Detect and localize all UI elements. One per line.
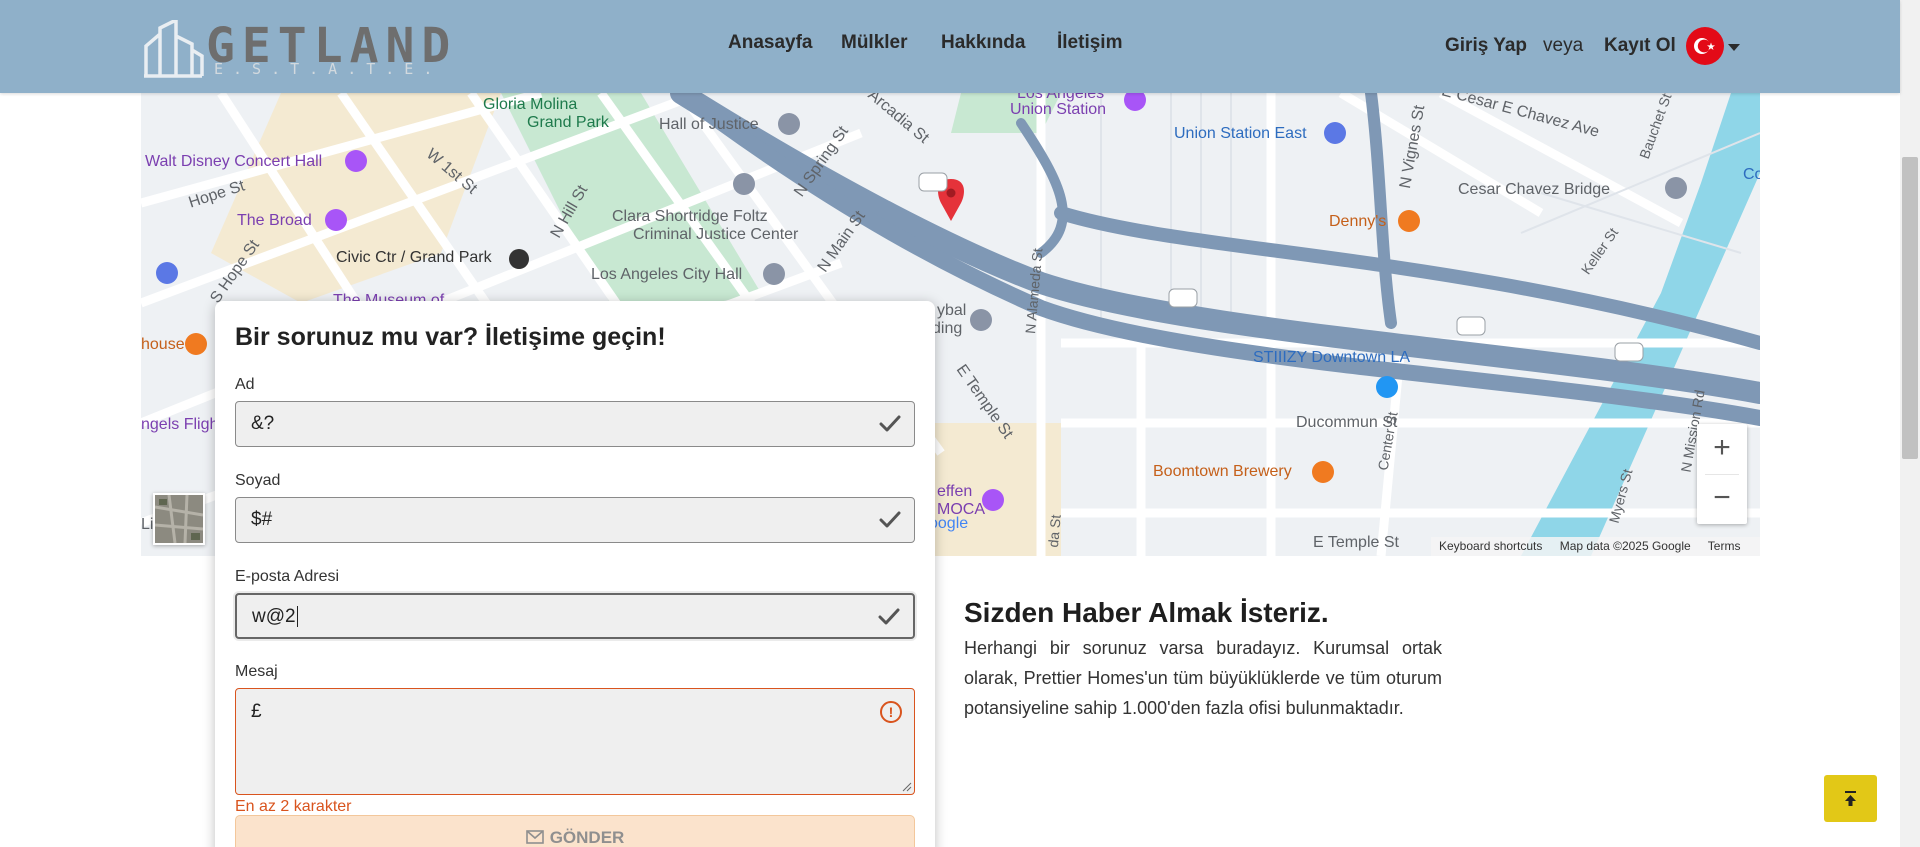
map-label: ybal <box>937 302 967 319</box>
map-label: Denny's <box>1329 213 1387 230</box>
map-label: Boomtown Brewery <box>1153 463 1292 480</box>
satellite-thumbnail-icon <box>155 495 203 543</box>
check-icon <box>879 511 901 528</box>
map-label: Los Angeles City Hall <box>591 266 743 283</box>
map-label: Union Station <box>1010 101 1107 118</box>
turkey-flag-icon[interactable] <box>1686 27 1724 65</box>
message-textarea[interactable]: £ ! <box>235 688 915 795</box>
map-label: Criminal Justice Center <box>633 226 799 243</box>
last-name-label: Soyad <box>235 472 281 489</box>
map-attribution: Keyboard shortcuts Map data ©2025 Google… <box>1431 537 1760 556</box>
map-label: The Broad <box>237 212 312 229</box>
info-title: Sizden Haber Almak İsteriz. <box>964 597 1329 628</box>
error-icon: ! <box>880 701 902 723</box>
crescent-star-icon <box>1694 38 1715 54</box>
satellite-toggle[interactable] <box>153 493 205 545</box>
contact-form-card: Bir sorunuz mu var? İletişime geçin! Ad … <box>215 301 935 847</box>
nav-about[interactable]: Hakkında <box>941 32 1025 54</box>
zoom-in-button[interactable]: + <box>1697 424 1747 474</box>
envelope-icon <box>525 830 544 844</box>
map-label: Union Station East <box>1174 125 1307 142</box>
check-icon <box>879 415 901 432</box>
map-label: effen <box>937 483 973 500</box>
keyboard-shortcuts-link[interactable]: Keyboard shortcuts <box>1439 539 1542 553</box>
map-label: ngels Fligh <box>141 416 219 433</box>
message-value: £ <box>251 701 262 722</box>
map-label: Gloria Molina <box>483 96 578 113</box>
first-name-value: &? <box>251 413 275 434</box>
back-to-top-button[interactable] <box>1824 775 1877 822</box>
map-label: Clara Shortridge Foltz <box>612 208 768 225</box>
arrow-up-icon <box>1845 791 1856 806</box>
map-label: Grand Park <box>527 114 609 131</box>
last-name-input[interactable]: $# <box>235 497 915 543</box>
or-text: veya <box>1543 35 1584 56</box>
login-link[interactable]: Giriş Yap <box>1445 35 1527 57</box>
logo-subtitle: E.S.T.A.T.E. <box>214 60 443 78</box>
map-label: E Temple St <box>1313 534 1399 551</box>
zoom-out-button[interactable]: − <box>1697 474 1747 524</box>
map-label: da St <box>1044 514 1064 548</box>
map-label: STIIIZY Downtown LA <box>1253 349 1411 366</box>
first-name-input[interactable]: &? <box>235 401 915 447</box>
building-logo-icon <box>144 20 204 78</box>
form-title: Bir sorunuz mu var? İletişime geçin! <box>235 323 666 351</box>
submit-label: GÖNDER <box>549 828 625 847</box>
map-label: Li <box>141 516 154 533</box>
map-label: house <box>141 336 185 353</box>
logo[interactable]: GETLAND E.S.T.A.T.E. <box>142 18 450 78</box>
map-data-text: Map data ©2025 Google <box>1559 539 1691 553</box>
info-body: Herhangi bir sorunuz varsa buradayız. Ku… <box>964 638 1442 718</box>
email-label: E-posta Adresi <box>235 568 340 585</box>
email-value: w@2 <box>252 606 296 627</box>
zoom-controls: + − <box>1697 424 1747 524</box>
map-label: Hall of Justice <box>659 116 759 133</box>
text-cursor <box>296 606 298 627</box>
map-label: Cesar Chavez Bridge <box>1458 181 1611 198</box>
nav-contact[interactable]: İletişim <box>1057 32 1122 54</box>
language-dropdown-caret-icon[interactable] <box>1728 44 1740 51</box>
map-label: Walt Disney Concert Hall <box>145 153 323 170</box>
nav-properties[interactable]: Mülkler <box>841 32 908 54</box>
scrollbar-thumb[interactable] <box>1902 157 1918 459</box>
last-name-value: $# <box>251 509 273 530</box>
map-label: Co <box>1743 166 1760 183</box>
check-icon <box>878 608 900 625</box>
map-label: ding <box>932 320 963 337</box>
resize-handle-icon[interactable] <box>902 782 912 792</box>
site-header: GETLAND E.S.T.A.T.E. Anasayfa Mülkler Ha… <box>0 0 1900 93</box>
submit-button[interactable]: GÖNDER <box>235 815 915 847</box>
nav-home[interactable]: Anasayfa <box>728 32 813 54</box>
register-link[interactable]: Kayıt Ol <box>1604 35 1676 57</box>
first-name-label: Ad <box>235 376 255 393</box>
message-error: En az 2 karakter <box>235 798 352 815</box>
map-label: Civic Ctr / Grand Park <box>336 249 492 266</box>
message-label: Mesaj <box>235 663 278 680</box>
email-input[interactable]: w@2 <box>235 593 915 639</box>
terms-link[interactable]: Terms <box>1708 539 1741 553</box>
